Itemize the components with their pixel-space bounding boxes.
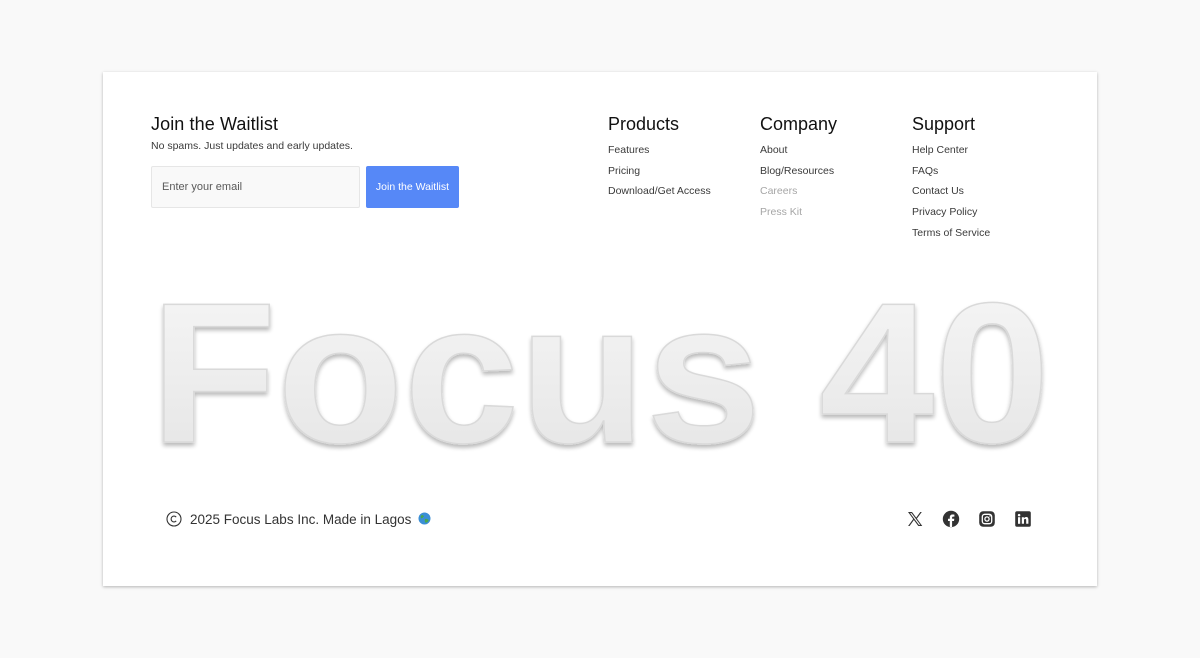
brand-wordmark: Focus 40 (103, 272, 1097, 462)
link-faqs[interactable]: FAQs (912, 165, 990, 177)
copyright-text: 2025 Focus Labs Inc. Made in Lagos (190, 511, 412, 527)
link-pricing[interactable]: Pricing (608, 165, 711, 177)
company-title: Company (760, 114, 838, 134)
company-column: Company About Blog/Resources Careers Pre… (760, 114, 837, 227)
products-column: Products Features Pricing Download/Get A… (608, 114, 711, 206)
support-column: Support Help Center FAQs Contact Us Priv… (912, 114, 990, 247)
link-contact[interactable]: Contact Us (912, 185, 990, 197)
x-icon[interactable] (906, 510, 924, 528)
instagram-icon[interactable] (978, 510, 996, 528)
link-download[interactable]: Download/Get Access (608, 185, 711, 197)
waitlist-section: Join the Waitlist No spams. Just updates… (151, 114, 481, 152)
email-input[interactable] (151, 166, 360, 208)
waitlist-title: Join the Waitlist (151, 114, 279, 134)
link-help-center[interactable]: Help Center (912, 144, 990, 156)
link-privacy[interactable]: Privacy Policy (912, 206, 990, 218)
link-careers[interactable]: Careers (760, 185, 837, 197)
social-links (906, 510, 1032, 528)
copyright: 2025 Focus Labs Inc. Made in Lagos (166, 511, 431, 527)
brand-wordmark-text: Focus 40 (150, 272, 1050, 462)
linkedin-icon[interactable] (1014, 510, 1032, 528)
globe-icon (418, 512, 431, 525)
link-terms[interactable]: Terms of Service (912, 227, 990, 239)
waitlist-subtitle: No spams. Just updates and early updates… (151, 140, 353, 152)
link-features[interactable]: Features (608, 144, 711, 156)
products-title: Products (608, 114, 680, 134)
support-title: Support (912, 114, 976, 134)
link-press-kit[interactable]: Press Kit (760, 206, 837, 218)
link-about[interactable]: About (760, 144, 837, 156)
copyright-icon (166, 511, 182, 527)
link-blog[interactable]: Blog/Resources (760, 165, 837, 177)
join-waitlist-button[interactable]: Join the Waitlist (366, 166, 459, 208)
facebook-icon[interactable] (942, 510, 960, 528)
footer-card: Join the Waitlist No spams. Just updates… (103, 72, 1097, 586)
